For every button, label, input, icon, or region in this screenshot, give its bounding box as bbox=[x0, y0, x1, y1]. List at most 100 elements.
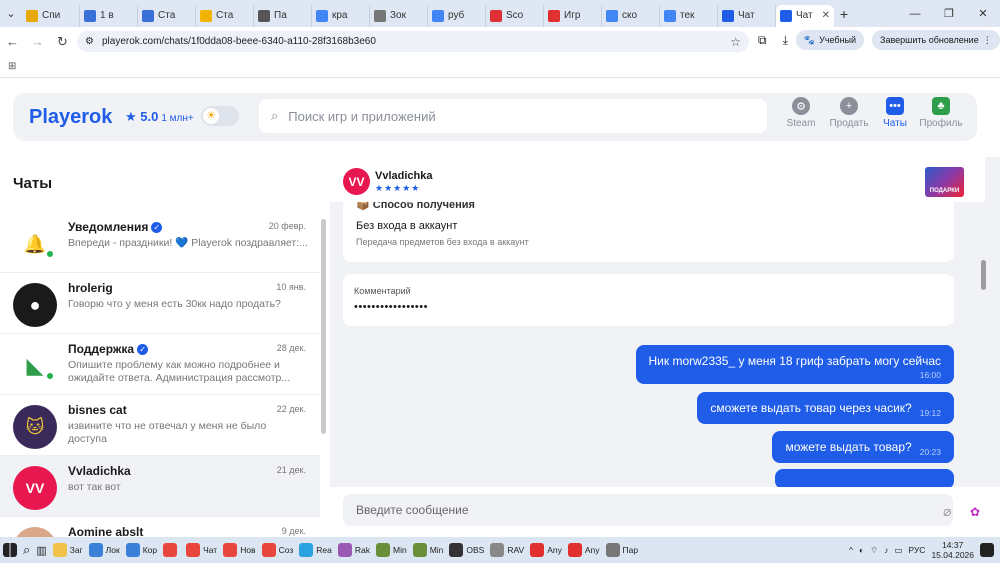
browser-tab[interactable]: Ста bbox=[138, 4, 196, 27]
chat-list-panel: Чаты 🔔 Уведомления ✓ 20 февр. Впереди - праз… bbox=[0, 157, 330, 537]
taskbar-app[interactable]: Кор bbox=[123, 538, 160, 562]
update-button[interactable]: Завершить обновление ⋮ bbox=[872, 30, 1000, 50]
tab-favicon-icon bbox=[490, 9, 502, 22]
partner-rating-stars: ★★★★★ bbox=[375, 183, 421, 193]
taskbar-app[interactable]: Rea bbox=[296, 538, 335, 562]
back-button[interactable]: ← bbox=[0, 34, 25, 49]
chat-list-item[interactable]: 🔔 Уведомления ✓ 20 февр. Впереди - праздники… bbox=[0, 212, 320, 273]
chat-list-item[interactable]: 🐱 bisnes cat 22 дек. извините что не отвеча… bbox=[0, 395, 320, 456]
browser-tab[interactable]: ско bbox=[602, 4, 660, 27]
chat-name: bisnes cat bbox=[68, 403, 127, 417]
download-icon[interactable]: ⤓ bbox=[783, 33, 788, 48]
tab-search-button[interactable]: ⌄ bbox=[0, 7, 22, 20]
clock[interactable]: 14:37 15.04.2026 bbox=[931, 540, 974, 560]
minimize-button[interactable]: — bbox=[898, 8, 932, 20]
taskbar-app[interactable]: Пар bbox=[603, 538, 642, 562]
browser-tab[interactable]: Чат ✕ bbox=[776, 4, 834, 27]
new-tab-button[interactable]: + bbox=[834, 6, 854, 22]
taskbar-search-button[interactable]: ⌕ bbox=[20, 538, 33, 562]
message-input[interactable] bbox=[356, 503, 916, 517]
extensions-icon[interactable]: ⧉ bbox=[758, 33, 767, 48]
chat-preview: извините что не отвечал у меня не было д… bbox=[68, 420, 267, 445]
taskbar-app[interactable]: Лок bbox=[86, 538, 123, 562]
reload-button[interactable]: ↻ bbox=[50, 34, 75, 50]
delivery-value: Без входа в аккаунт bbox=[356, 220, 458, 232]
taskbar-app[interactable]: Min bbox=[410, 538, 447, 562]
taskbar-app[interactable]: Чат bbox=[183, 538, 220, 562]
close-window-button[interactable]: ✕ bbox=[966, 7, 1000, 20]
close-tab-icon[interactable]: ✕ bbox=[822, 10, 830, 21]
browser-tab[interactable]: Чат bbox=[718, 4, 776, 27]
browser-tab[interactable]: 1 в bbox=[80, 4, 138, 27]
taskbar-app[interactable]: Any bbox=[527, 538, 565, 562]
attach-icon[interactable]: ⌀ bbox=[943, 503, 951, 520]
chat-time: 9 дек. bbox=[281, 526, 306, 536]
conversation-panel: 📦 Способ получения Без входа в аккаунт П… bbox=[330, 157, 1000, 537]
browser-tab[interactable]: Зок bbox=[370, 4, 428, 27]
taskbar-app[interactable] bbox=[160, 538, 183, 562]
search-box[interactable]: ⌕ bbox=[259, 99, 767, 133]
taskbar-app[interactable]: RAV bbox=[487, 538, 527, 562]
nav-profile[interactable]: ♣ Профиль bbox=[918, 97, 964, 129]
network-icon[interactable]: ⌔ bbox=[870, 545, 878, 556]
delivery-card: 📦 Способ получения Без входа в аккаунт П… bbox=[343, 199, 954, 262]
profile-avatar-icon: 🐾 bbox=[803, 34, 816, 45]
apps-grid-icon[interactable]: ⊞ bbox=[8, 61, 16, 72]
tray-app-icon[interactable]: ◐ bbox=[859, 545, 864, 555]
conversation-scrollbar[interactable] bbox=[981, 260, 986, 290]
partner-avatar[interactable]: VV bbox=[343, 168, 370, 195]
notifications-icon[interactable] bbox=[980, 543, 994, 557]
chat-list-item[interactable]: Aomine abslt 9 дек. bbox=[0, 517, 320, 537]
start-button[interactable] bbox=[0, 538, 20, 562]
taskbar-app[interactable]: Any bbox=[565, 538, 603, 562]
language-indicator[interactable]: РУС bbox=[908, 545, 925, 555]
battery-icon[interactable]: ▭ bbox=[894, 545, 902, 556]
bell-icon: 🔔 bbox=[13, 222, 57, 266]
nav-steam[interactable]: ⚙ Steam bbox=[778, 97, 824, 129]
taskbar-app[interactable]: Min bbox=[373, 538, 410, 562]
taskbar-app[interactable]: Соз bbox=[259, 538, 297, 562]
volume-icon[interactable]: ♪ bbox=[884, 545, 888, 555]
message-input-box[interactable] bbox=[343, 494, 953, 526]
chat-list-item[interactable]: VV Vvladichka 21 дек. вот так вот bbox=[0, 456, 320, 517]
browser-tab[interactable]: кра bbox=[312, 4, 370, 27]
assistant-icon[interactable]: ✿ bbox=[962, 499, 988, 525]
chat-time: 22 дек. bbox=[276, 404, 306, 414]
comment-label: Комментарий bbox=[354, 286, 411, 296]
chat-list-scrollbar[interactable] bbox=[321, 219, 326, 434]
tab-favicon-icon bbox=[780, 9, 792, 22]
profile-button[interactable]: 🐾 Учебный bbox=[795, 30, 865, 50]
taskbar-app[interactable]: OBS bbox=[446, 538, 487, 562]
url-field[interactable]: ⚙ playerok.com/chats/1f0dda08-beee-6340-… bbox=[77, 31, 749, 52]
tab-list: Спи 1 в Ста Ста Па кра Зок руб Sco Игр ско тек Чат Ча… bbox=[22, 1, 834, 27]
bookmark-star-icon[interactable]: ☆ bbox=[730, 35, 741, 49]
site-info-icon[interactable]: ⚙ bbox=[85, 36, 94, 47]
browser-tab[interactable]: Sco bbox=[486, 4, 544, 27]
browser-tab[interactable]: руб bbox=[428, 4, 486, 27]
nav-sell[interactable]: + Продать bbox=[826, 97, 872, 129]
product-thumbnail[interactable]: ПОДАРКИ bbox=[925, 167, 964, 197]
maximize-button[interactable]: ❐ bbox=[932, 7, 966, 20]
browser-tab[interactable]: Ста bbox=[196, 4, 254, 27]
partner-name[interactable]: Vvladichka bbox=[375, 170, 432, 182]
search-input[interactable] bbox=[288, 108, 709, 124]
message-bubble-partial bbox=[775, 469, 954, 489]
task-view-button[interactable]: ▥ bbox=[33, 538, 49, 562]
browser-tab[interactable]: тек bbox=[660, 4, 718, 27]
theme-toggle[interactable]: ☀ bbox=[201, 106, 239, 126]
chat-list-item[interactable]: ● hrolerig 10 янв. Говорю что у меня есть 3… bbox=[0, 273, 320, 334]
nav-chats[interactable]: ••• Чаты bbox=[872, 97, 918, 129]
taskbar-app[interactable]: Rak bbox=[335, 538, 373, 562]
site-logo[interactable]: Playerok bbox=[29, 106, 112, 129]
tab-favicon-icon bbox=[316, 9, 328, 22]
taskbar-app[interactable]: Нов bbox=[220, 538, 258, 562]
browser-tab[interactable]: Спи bbox=[22, 4, 80, 27]
tray-overflow-icon[interactable]: ^ bbox=[849, 545, 853, 555]
browser-tab[interactable]: Игр bbox=[544, 4, 602, 27]
chat-list-item[interactable]: ◣ Поддержка ✓ 28 дек. Опишите проблему как м… bbox=[0, 334, 320, 395]
browser-tab[interactable]: Па bbox=[254, 4, 312, 27]
app-icon bbox=[490, 543, 505, 557]
taskbar-app[interactable]: Заг bbox=[50, 538, 86, 562]
app-icon bbox=[337, 543, 352, 557]
forward-button[interactable]: → bbox=[25, 34, 50, 49]
